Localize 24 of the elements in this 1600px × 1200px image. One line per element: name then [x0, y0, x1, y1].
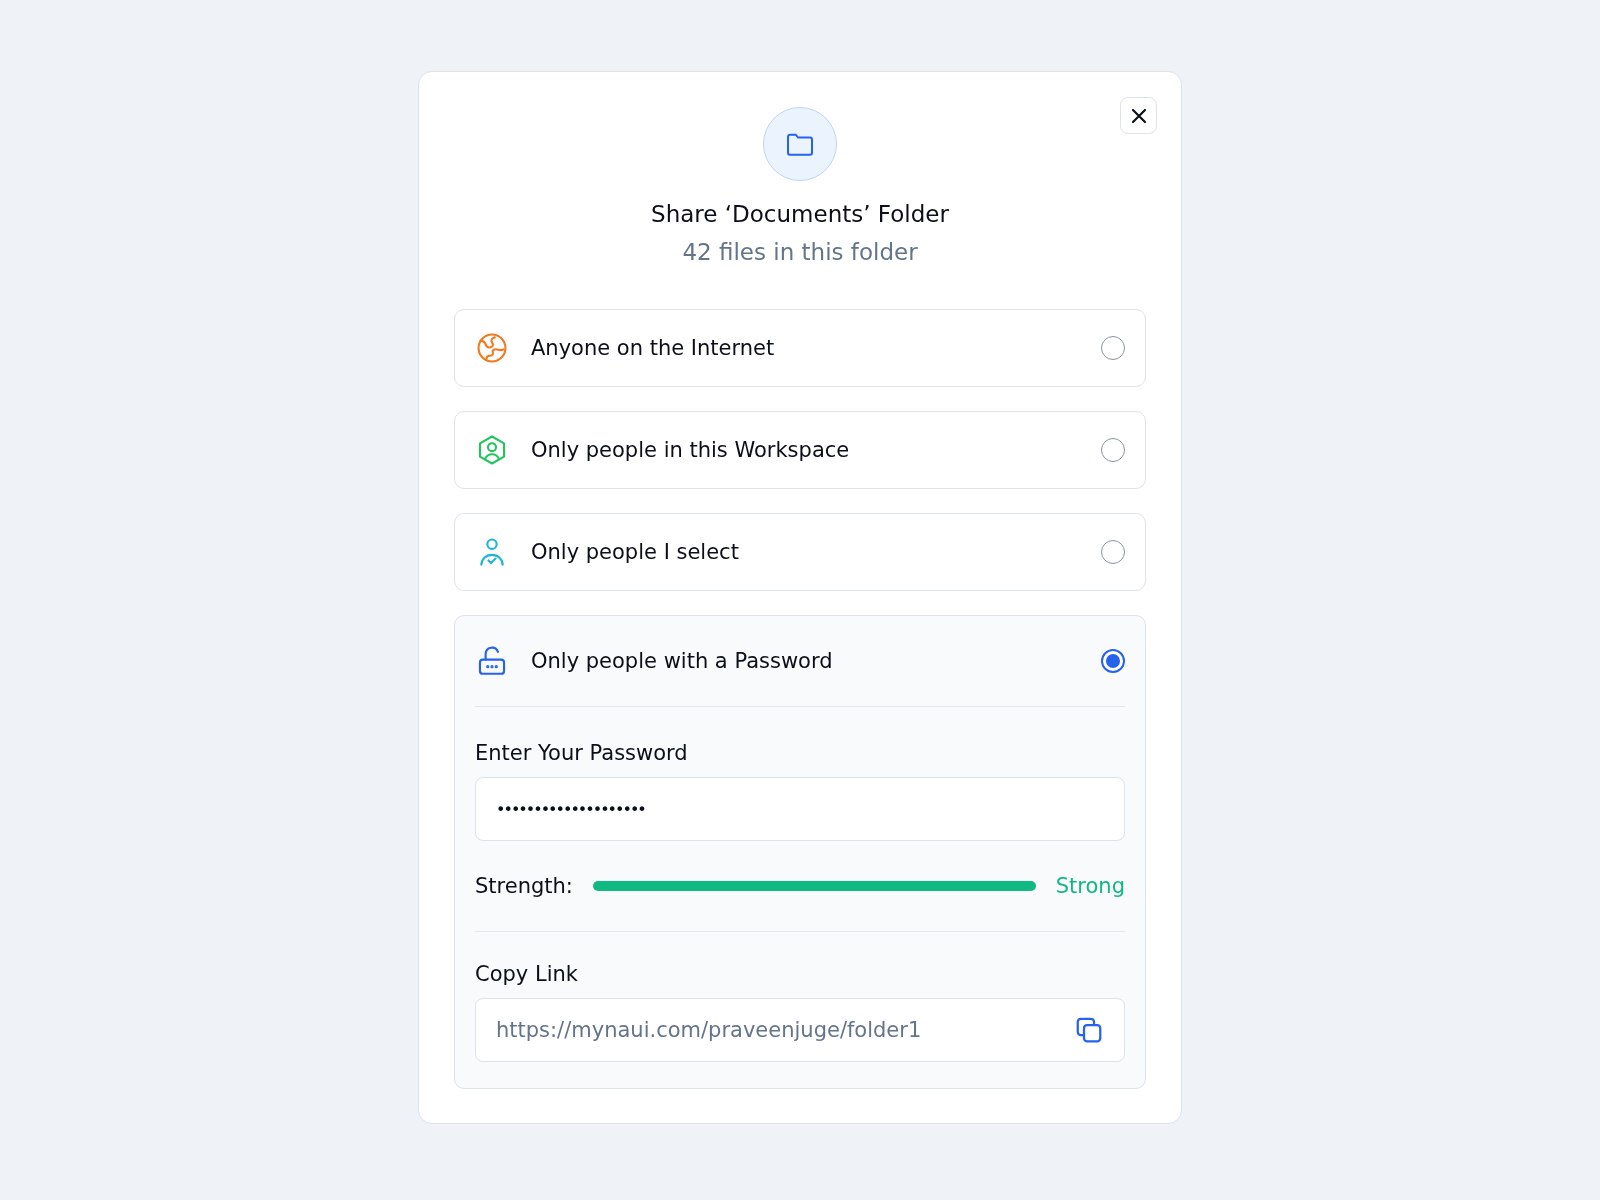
radio-button[interactable] — [1101, 649, 1125, 673]
share-option[interactable]: Anyone on the Internet — [454, 309, 1146, 387]
close-icon — [1130, 107, 1147, 124]
share-option[interactable]: Only people with a Password Enter Your Password •••••••••••••••••••• Strength: Strong Copy Link https://mynaui.com/praveenjuge/folder1 — [454, 615, 1146, 1089]
share-option[interactable]: Only people I select — [454, 513, 1146, 591]
strength-reading: Strong — [1055, 874, 1125, 898]
dialog-title: Share ‘Documents’ Folder — [651, 201, 949, 227]
link-field[interactable]: https://mynaui.com/praveenjuge/folder1 — [475, 998, 1125, 1062]
strength-label: Strength: — [475, 874, 573, 898]
option-label: Anyone on the Internet — [531, 336, 776, 360]
link-url: https://mynaui.com/praveenjuge/folder1 — [496, 1018, 923, 1042]
field-label: Enter Your Password — [475, 741, 689, 765]
option-label: Only people in this Workspace — [531, 438, 851, 462]
close-button[interactable] — [1120, 97, 1157, 134]
radio-button[interactable] — [1101, 438, 1125, 462]
share-option[interactable]: Only people in this Workspace — [454, 411, 1146, 489]
copy-icon[interactable] — [1074, 1015, 1104, 1045]
password-field[interactable]: •••••••••••••••••••• — [475, 777, 1125, 841]
dialog-subtitle: 42 files in this folder — [682, 239, 918, 265]
field-label: Copy Link — [475, 962, 579, 986]
option-label: Only people with a Password — [531, 649, 834, 673]
option-label: Only people I select — [531, 540, 740, 564]
radio-button[interactable] — [1101, 540, 1125, 564]
radio-button[interactable] — [1101, 336, 1125, 360]
